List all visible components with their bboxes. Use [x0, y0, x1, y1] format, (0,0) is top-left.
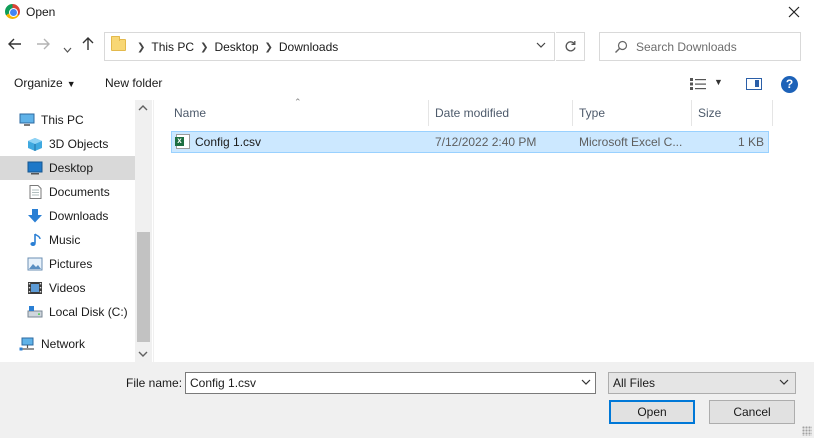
- excel-csv-icon: [175, 134, 190, 149]
- sidebar-item-network[interactable]: Network: [0, 332, 135, 356]
- organize-button[interactable]: Organize ▼: [14, 76, 76, 90]
- sidebar-item-pictures[interactable]: Pictures: [0, 252, 135, 276]
- sidebar-item-label: This PC: [41, 113, 84, 127]
- scroll-down-arrow-icon[interactable]: [138, 349, 148, 360]
- column-header-name[interactable]: Name: [168, 100, 428, 126]
- folder-icon: [111, 36, 126, 51]
- sidebar-item-local-disk[interactable]: Local Disk (C:): [0, 300, 135, 324]
- picture-icon: [27, 257, 43, 271]
- help-icon[interactable]: ?: [781, 76, 798, 93]
- chevron-down-icon: [581, 379, 591, 385]
- chevron-right-icon: ❯: [137, 41, 146, 53]
- command-bar: Organize ▼ New folder ▼ ?: [0, 70, 814, 98]
- breadcrumb-this-pc[interactable]: This PC: [151, 40, 194, 54]
- recent-locations-button[interactable]: [63, 40, 72, 56]
- sidebar-item-label: Local Disk (C:): [49, 305, 128, 319]
- column-header-date-modified[interactable]: Date modified: [429, 100, 572, 126]
- forward-button[interactable]: [36, 37, 50, 53]
- sidebar-item-label: Network: [41, 337, 86, 351]
- music-note-icon: [30, 233, 41, 246]
- chevron-down-icon: [536, 42, 546, 48]
- column-divider[interactable]: [772, 100, 773, 126]
- sidebar-item-this-pc[interactable]: This PC: [0, 108, 135, 132]
- arrow-up-icon: [82, 37, 94, 50]
- sidebar-item-label: Downloads: [49, 209, 109, 223]
- column-header-type[interactable]: Type: [573, 100, 691, 126]
- new-folder-label: New folder: [105, 76, 163, 90]
- chevron-down-icon: [779, 377, 789, 388]
- view-options-dropdown[interactable]: ▼: [714, 77, 723, 87]
- download-arrow-icon: [28, 209, 42, 223]
- search-box[interactable]: [599, 32, 801, 61]
- breadcrumb-downloads[interactable]: Downloads: [279, 40, 338, 54]
- view-options-icon[interactable]: [690, 78, 706, 90]
- organize-label: Organize: [14, 76, 63, 90]
- cancel-button[interactable]: Cancel: [709, 400, 795, 424]
- back-button[interactable]: [8, 37, 22, 53]
- sidebar-item-label: Videos: [49, 281, 86, 295]
- chevron-down-icon: [63, 47, 72, 53]
- caret-down-icon: ▼: [66, 79, 76, 89]
- refresh-icon: [565, 41, 576, 52]
- file-list: ⌃ Name Date modified Type Size Config 1.…: [153, 97, 814, 362]
- network-icon: [19, 337, 34, 351]
- address-bar[interactable]: ❯ This PC ❯ Desktop ❯ Downloads: [104, 32, 555, 61]
- open-button[interactable]: Open: [609, 400, 695, 424]
- arrow-left-icon: [8, 38, 21, 50]
- sidebar-item-music[interactable]: Music: [0, 228, 135, 252]
- sidebar-item-3d-objects[interactable]: 3D Objects: [0, 132, 135, 156]
- preview-pane-icon[interactable]: [746, 78, 762, 90]
- arrow-right-icon: [37, 38, 50, 50]
- file-name-cell: Config 1.csv: [195, 135, 262, 149]
- title-bar: Open: [0, 0, 814, 24]
- sidebar-item-desktop[interactable]: Desktop: [0, 156, 135, 180]
- file-name-label: File name:: [126, 376, 183, 390]
- sidebar-item-documents[interactable]: Documents: [0, 180, 135, 204]
- table-row[interactable]: Config 1.csv 7/12/2022 2:40 PM Microsoft…: [171, 131, 769, 153]
- resize-grip-icon[interactable]: [802, 426, 812, 436]
- search-input[interactable]: [636, 38, 796, 56]
- drive-icon: [27, 306, 43, 318]
- scroll-up-arrow-icon[interactable]: [138, 103, 148, 114]
- scrollbar-thumb[interactable]: [137, 232, 150, 342]
- refresh-button[interactable]: [556, 32, 585, 61]
- file-type-cell: Microsoft Excel C...: [579, 135, 683, 149]
- file-name-value: Config 1.csv: [190, 376, 257, 390]
- up-button[interactable]: [82, 37, 94, 54]
- navigation-pane: This PC 3D Objects Desktop Documents Dow…: [0, 100, 152, 362]
- file-size-cell: 1 KB: [737, 135, 764, 149]
- breadcrumb-desktop[interactable]: Desktop: [214, 40, 258, 54]
- sidebar-item-label: Music: [49, 233, 81, 247]
- sidebar-item-label: Pictures: [49, 257, 93, 271]
- film-icon: [28, 282, 42, 294]
- file-type-select[interactable]: All Files: [608, 372, 796, 394]
- chevron-right-icon: ❯: [264, 41, 273, 53]
- chrome-app-icon: [5, 4, 20, 19]
- sidebar-item-downloads[interactable]: Downloads: [0, 204, 135, 228]
- file-name-input[interactable]: Config 1.csv: [185, 372, 596, 394]
- bottom-panel: File name: Config 1.csv All Files Open C…: [0, 362, 814, 438]
- desktop-icon: [27, 161, 43, 175]
- close-button[interactable]: [782, 1, 806, 23]
- navigation-scrollbar[interactable]: [135, 100, 152, 362]
- file-type-value: All Files: [613, 376, 656, 390]
- sidebar-item-label: Documents: [49, 185, 110, 199]
- chevron-right-icon: ❯: [200, 41, 209, 53]
- file-date-cell: 7/12/2022 2:40 PM: [435, 135, 537, 149]
- navigation-bar: ❯ This PC ❯ Desktop ❯ Downloads: [0, 28, 814, 64]
- document-icon: [29, 185, 42, 199]
- column-header-size[interactable]: Size: [692, 100, 772, 126]
- close-icon: [788, 6, 800, 18]
- cube-icon: [28, 138, 42, 151]
- new-folder-button[interactable]: New folder: [105, 76, 162, 90]
- file-name-dropdown-button[interactable]: [581, 377, 591, 388]
- window-title: Open: [26, 5, 56, 19]
- computer-icon: [19, 113, 35, 126]
- search-icon: [615, 40, 628, 53]
- breadcrumb: ❯ This PC ❯ Desktop ❯ Downloads: [131, 40, 338, 54]
- sidebar-item-label: Desktop: [49, 161, 94, 175]
- sidebar-item-videos[interactable]: Videos: [0, 276, 135, 300]
- sidebar-item-label: 3D Objects: [49, 137, 109, 151]
- address-dropdown-button[interactable]: [536, 39, 546, 51]
